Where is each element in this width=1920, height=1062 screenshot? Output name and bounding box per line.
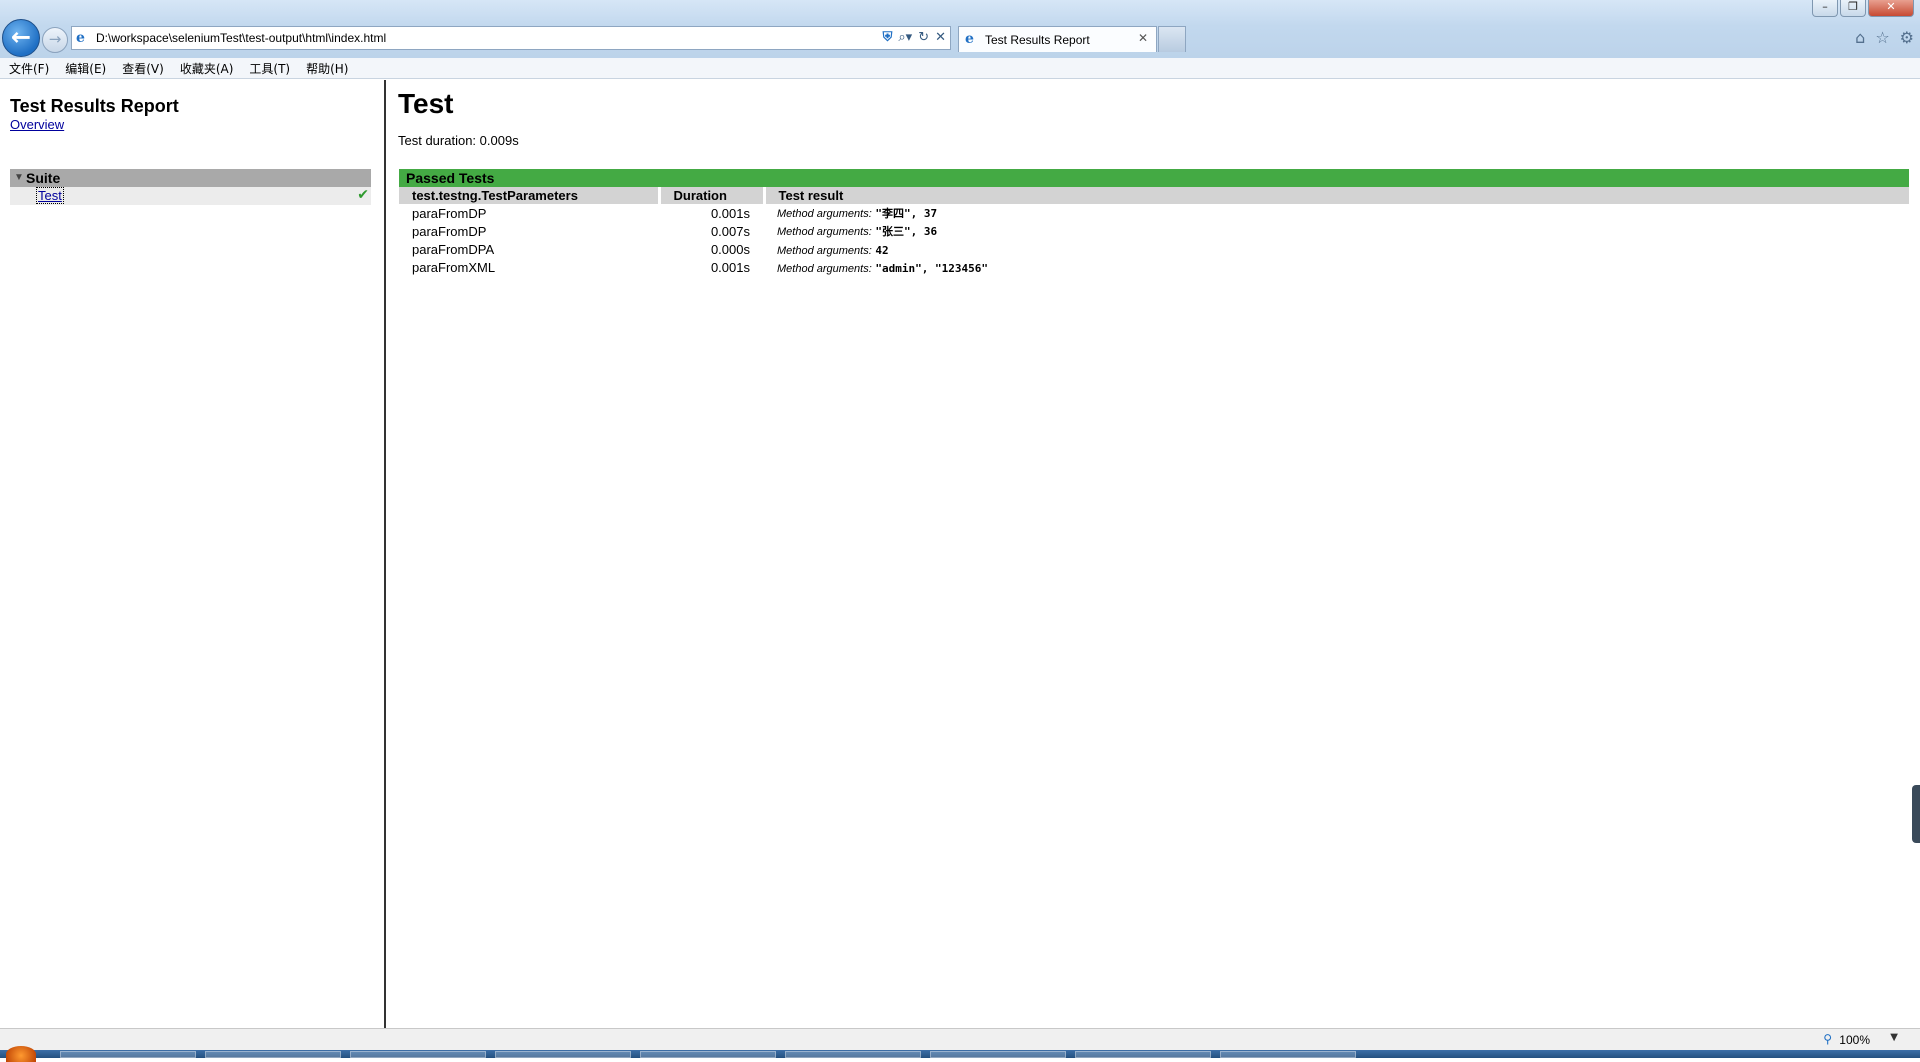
method-duration: 0.000s bbox=[710, 241, 750, 257]
test-link[interactable]: Test bbox=[36, 187, 64, 204]
taskbar-button[interactable] bbox=[785, 1051, 921, 1058]
suite-name: Suite bbox=[26, 170, 61, 186]
taskbar-button[interactable] bbox=[1075, 1051, 1211, 1058]
collapse-triangle-icon[interactable]: ▼ bbox=[14, 169, 24, 187]
address-text[interactable]: D:\workspace\seleniumTest\test-output\ht… bbox=[96, 31, 386, 45]
menu-help[interactable]: 帮助(H) bbox=[306, 60, 348, 77]
taskbar-button[interactable] bbox=[495, 1051, 631, 1058]
suite-test-row: Test ✔ bbox=[10, 187, 371, 205]
method-name: paraFromXML bbox=[412, 259, 496, 275]
check-icon: ✔ bbox=[357, 187, 369, 203]
address-bar[interactable]: e D:\workspace\seleniumTest\test-output\… bbox=[71, 26, 951, 50]
taskbar-button[interactable] bbox=[205, 1051, 341, 1058]
method-duration: 0.001s bbox=[710, 259, 750, 275]
test-result: Method arguments: "李四", 37 bbox=[764, 204, 1909, 222]
page-title: Test bbox=[398, 88, 454, 119]
tab-close-icon[interactable]: ✕ bbox=[1138, 31, 1148, 45]
tab-title: Test Results Report bbox=[985, 33, 1090, 47]
home-icon[interactable]: ⌂ bbox=[1855, 28, 1865, 47]
method-duration: 0.001s bbox=[710, 205, 750, 221]
overview-link[interactable]: Overview bbox=[10, 117, 64, 132]
args-label: Method arguments: bbox=[777, 226, 872, 238]
taskbar-button[interactable] bbox=[930, 1051, 1066, 1058]
table-row: paraFromDP 0.001s Method arguments: "李四"… bbox=[399, 204, 1909, 222]
report-title: Test Results Report bbox=[10, 96, 179, 116]
args-label: Method arguments: bbox=[777, 262, 872, 275]
report-sidebar: Test Results Report Overview ▼ Suite Tes… bbox=[0, 80, 386, 1028]
start-button[interactable] bbox=[6, 1046, 36, 1062]
column-header-class: test.testng.TestParameters bbox=[399, 187, 661, 204]
test-result: Method arguments: 42 bbox=[764, 240, 1909, 258]
args-label: Method arguments: bbox=[777, 244, 872, 257]
restore-button[interactable]: ❐ bbox=[1840, 0, 1866, 17]
chevron-down-icon[interactable]: ▼ bbox=[1890, 1032, 1898, 1043]
side-panel-handle[interactable] bbox=[1912, 785, 1920, 843]
menu-bar: 文件(F) 编辑(E) 查看(V) 收藏夹(A) 工具(T) 帮助(H) bbox=[0, 58, 1920, 79]
test-result: Method arguments: "admin", "123456" bbox=[764, 258, 1909, 276]
args-label: Method arguments: bbox=[777, 208, 872, 220]
report-main: Test Test duration: 0.009s Passed Tests … bbox=[388, 80, 1920, 1028]
method-name: paraFromDPA bbox=[412, 241, 495, 257]
args-value: "李四", 37 bbox=[875, 207, 938, 220]
method-name: paraFromDP bbox=[412, 205, 487, 221]
new-tab-button[interactable] bbox=[1158, 26, 1186, 52]
close-window-button[interactable]: ✕ bbox=[1868, 0, 1914, 17]
back-arrow-icon[interactable]: ← bbox=[2, 19, 40, 57]
menu-favorites[interactable]: 收藏夹(A) bbox=[180, 60, 234, 77]
test-duration: Test duration: 0.009s bbox=[398, 133, 519, 148]
args-value: 42 bbox=[875, 243, 889, 257]
table-header-row: test.testng.TestParameters Duration Test… bbox=[399, 187, 1909, 204]
minimize-button[interactable]: – bbox=[1812, 0, 1838, 17]
menu-view[interactable]: 查看(V) bbox=[122, 60, 164, 77]
forward-arrow-icon[interactable]: → bbox=[42, 27, 68, 53]
args-value: "admin", "123456" bbox=[875, 261, 988, 275]
method-name: paraFromDP bbox=[412, 223, 487, 239]
suite-header[interactable]: ▼ Suite bbox=[10, 169, 371, 187]
table-row: paraFromDP 0.007s Method arguments: "张三"… bbox=[399, 222, 1909, 240]
method-duration: 0.007s bbox=[710, 223, 750, 239]
results-table: test.testng.TestParameters Duration Test… bbox=[399, 187, 1909, 276]
column-header-result: Test result bbox=[764, 187, 1909, 204]
shield-icon[interactable]: ⛨ bbox=[883, 29, 893, 47]
taskbar-button[interactable] bbox=[350, 1051, 486, 1058]
gear-icon[interactable]: ⚙ bbox=[1900, 28, 1914, 47]
window-controls: – ❐ ✕ bbox=[1812, 0, 1914, 17]
column-header-duration: Duration bbox=[659, 187, 766, 204]
menu-tools[interactable]: 工具(T) bbox=[249, 60, 290, 77]
passed-tests-header: Passed Tests bbox=[399, 169, 1909, 187]
tab-test-results-report[interactable]: e Test Results Report ✕ bbox=[958, 26, 1157, 52]
args-value: "张三", 36 bbox=[875, 225, 938, 238]
ie-tab-icon: e bbox=[965, 31, 974, 47]
zoom-level[interactable]: 100% bbox=[1839, 1033, 1870, 1047]
taskbar-button[interactable] bbox=[1220, 1051, 1356, 1058]
taskbar-button[interactable] bbox=[60, 1051, 196, 1058]
favorites-star-icon[interactable]: ☆ bbox=[1875, 28, 1889, 47]
browser-title-bar: – ❐ ✕ ← → e D:\workspace\seleniumTest\te… bbox=[0, 0, 1920, 59]
zoom-icon[interactable]: ⚲ bbox=[1823, 1032, 1832, 1046]
stop-icon[interactable]: ✕ bbox=[935, 29, 946, 47]
test-result: Method arguments: "张三", 36 bbox=[764, 222, 1909, 240]
status-bar: ⚲ 100% ▼ bbox=[0, 1028, 1920, 1050]
refresh-icon[interactable]: ↻ bbox=[918, 29, 929, 47]
taskbar-button[interactable] bbox=[640, 1051, 776, 1058]
table-row: paraFromXML 0.001s Method arguments: "ad… bbox=[399, 258, 1909, 276]
ie-page-icon: e bbox=[76, 30, 85, 46]
search-icon[interactable]: ⌕▾ bbox=[898, 29, 912, 47]
table-row: paraFromDPA 0.000s Method arguments: 42 bbox=[399, 240, 1909, 258]
menu-edit[interactable]: 编辑(E) bbox=[65, 60, 106, 77]
menu-file[interactable]: 文件(F) bbox=[9, 60, 49, 77]
